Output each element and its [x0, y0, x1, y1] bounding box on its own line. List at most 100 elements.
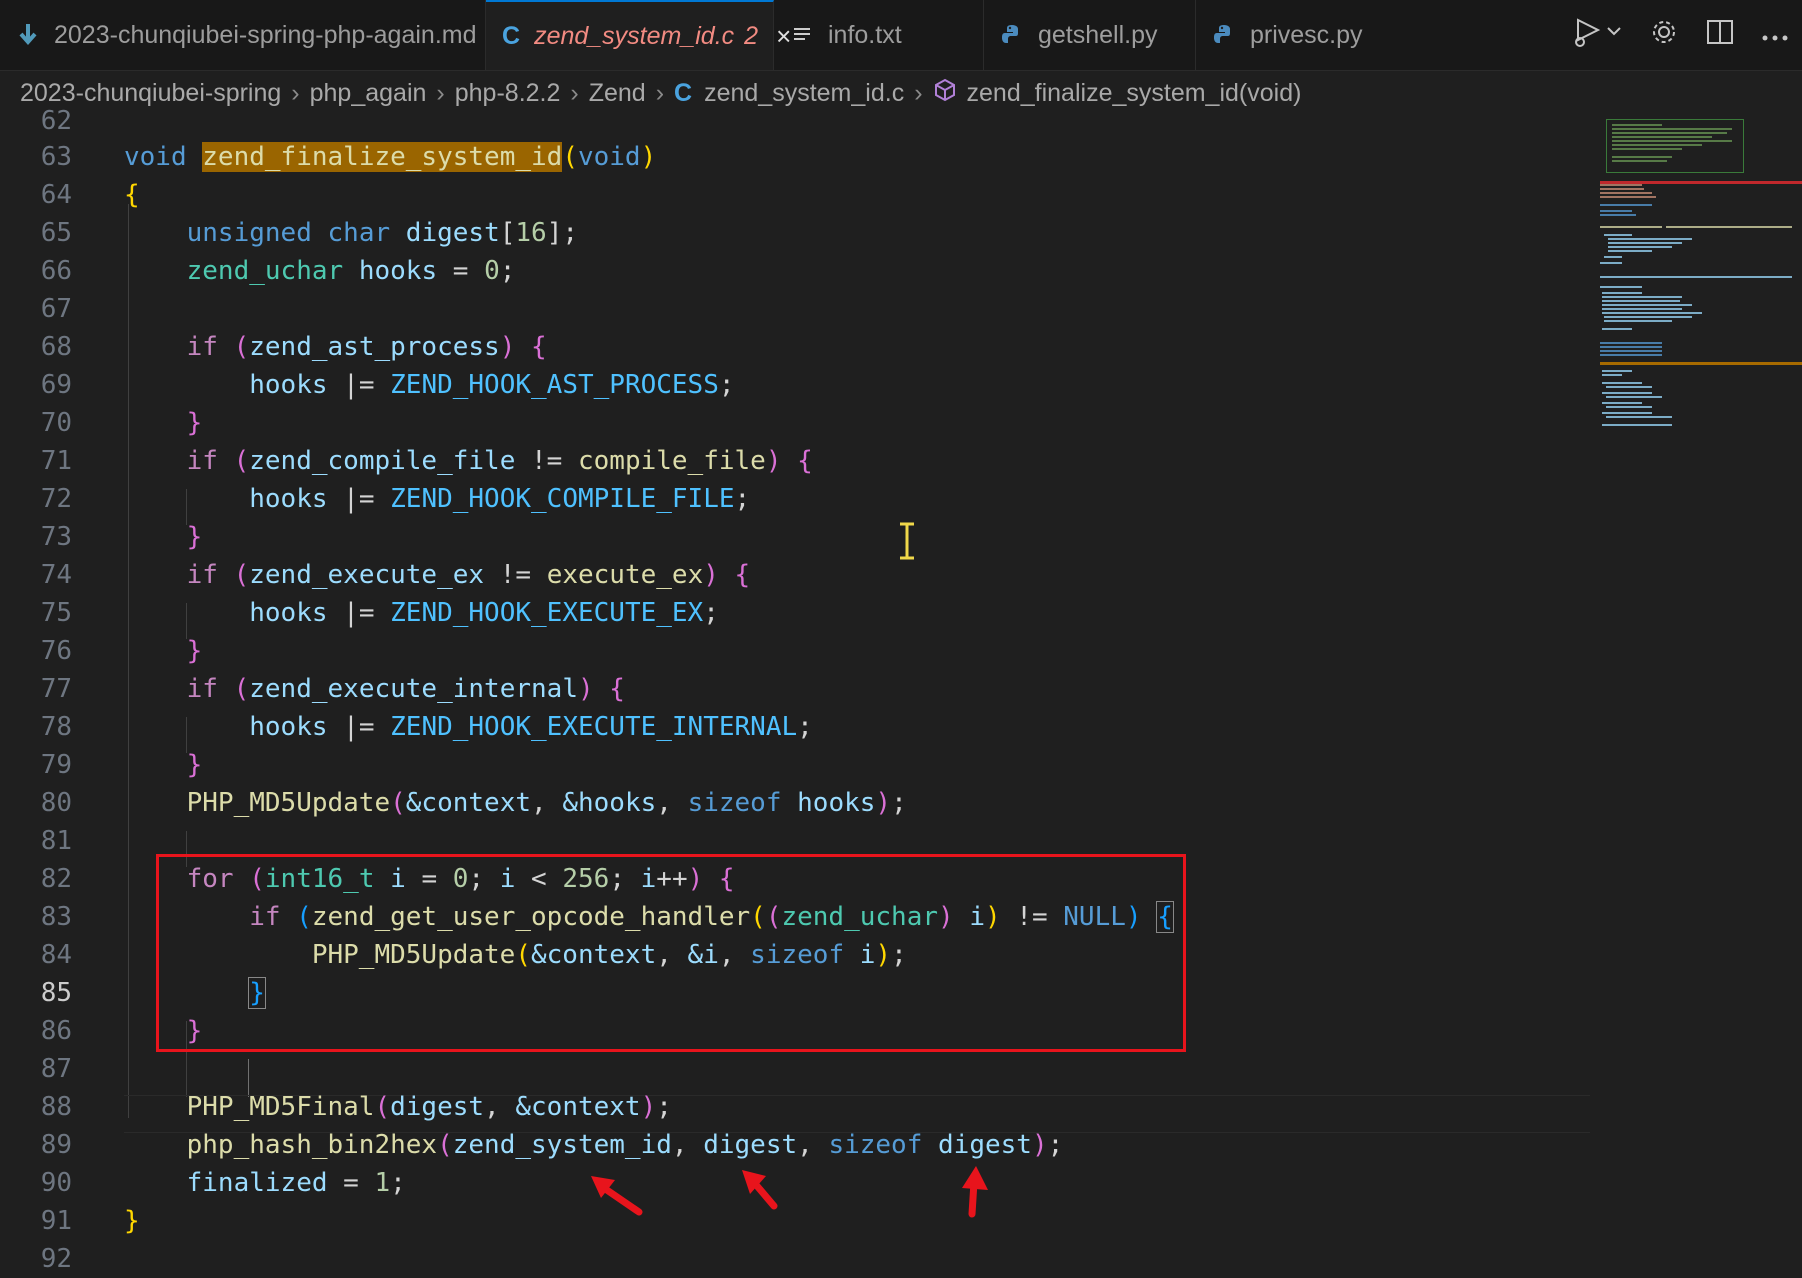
c-file-icon: C	[502, 21, 521, 50]
code-line: 91 }	[0, 1202, 1590, 1240]
code-line: 66 zend_uchar hooks = 0;	[0, 252, 1590, 290]
line-number: 75	[40, 598, 72, 628]
line-number: 91	[40, 1206, 72, 1236]
line-number: 63	[40, 142, 72, 172]
line-number: 67	[40, 294, 72, 324]
text-cursor-icon	[898, 522, 916, 560]
line-number: 90	[40, 1168, 72, 1198]
line-number: 89	[40, 1130, 72, 1160]
line-number: 70	[40, 408, 72, 438]
line-number: 83	[40, 902, 72, 932]
split-editor-icon[interactable]	[1706, 18, 1734, 53]
code-text: }	[186, 636, 203, 666]
line-number: 80	[40, 788, 72, 818]
code-line: 62	[0, 102, 1590, 140]
code-text: zend_uchar hooks = 0;	[186, 256, 516, 286]
code-text: php_hash_bin2hex(zend_system_id, digest,…	[186, 1130, 1064, 1160]
tab-label: getshell.py	[1038, 20, 1158, 49]
tab-info-txt[interactable]: info.txt	[774, 0, 984, 70]
tab-zend-system-id[interactable]: C zend_system_id.c 2 ×	[486, 0, 791, 70]
code-line: 79 }	[0, 746, 1590, 784]
code-line: 63 void zend_finalize_system_id(void)	[0, 138, 1590, 176]
tab-label: privesc.py	[1250, 20, 1363, 49]
run-debug-icon[interactable]	[1572, 16, 1622, 55]
more-actions-icon[interactable]	[1762, 21, 1788, 49]
python-icon	[1212, 23, 1236, 47]
code-text: PHP_MD5Update(&context, &hooks, sizeof h…	[186, 788, 907, 818]
code-text: }	[186, 522, 203, 552]
line-number: 81	[40, 826, 72, 856]
line-number: 85	[40, 978, 72, 1008]
code-line: 73 }	[0, 518, 1590, 556]
code-line: 70 }	[0, 404, 1590, 442]
code-text: if (zend_execute_internal) {	[186, 674, 625, 704]
markdown-down-arrow-icon	[16, 23, 40, 47]
line-number: 82	[40, 864, 72, 894]
python-icon	[1000, 23, 1024, 47]
annotation-arrow-icon	[591, 1176, 643, 1216]
tab-label: zend_system_id.c	[534, 21, 735, 50]
code-line: 64 {	[0, 176, 1590, 214]
line-number: 86	[40, 1016, 72, 1046]
line-number: 72	[40, 484, 72, 514]
code-text: }	[124, 1206, 140, 1236]
code-text: hooks |= ZEND_HOOK_AST_PROCESS;	[249, 370, 735, 400]
code-text: finalized = 1;	[186, 1168, 406, 1198]
line-number: 79	[40, 750, 72, 780]
line-number: 66	[40, 256, 72, 286]
problem-count-badge: 2	[744, 21, 759, 50]
settings-gear-icon[interactable]	[1650, 18, 1678, 53]
code-line: 89 php_hash_bin2hex(zend_system_id, dige…	[0, 1126, 1590, 1164]
code-line: 76 }	[0, 632, 1590, 670]
editor-actions	[1572, 0, 1802, 70]
line-number: 77	[40, 674, 72, 704]
code-text: {	[124, 180, 140, 210]
line-number: 65	[40, 218, 72, 248]
annotation-red-box	[156, 854, 1186, 1052]
tab-privesc-py[interactable]: privesc.py	[1196, 0, 1376, 70]
line-number: 74	[40, 560, 72, 590]
line-number: 73	[40, 522, 72, 552]
code-text: hooks |= ZEND_HOOK_COMPILE_FILE;	[249, 484, 751, 514]
code-text: if (zend_execute_ex != execute_ex) {	[186, 560, 751, 590]
code-text: }	[186, 750, 203, 780]
code-text: unsigned char digest[16];	[186, 218, 578, 248]
tab-label: 2023-chunqiubei-spring-php-again.md	[54, 20, 477, 49]
line-number: 92	[40, 1244, 72, 1274]
code-line: 72 hooks |= ZEND_HOOK_COMPILE_FILE;	[0, 480, 1590, 518]
line-number: 76	[40, 636, 72, 666]
text-lines-icon	[790, 23, 814, 47]
code-line: 75 hooks |= ZEND_HOOK_EXECUTE_EX;	[0, 594, 1590, 632]
code-text: hooks |= ZEND_HOOK_EXECUTE_INTERNAL;	[249, 712, 813, 742]
line-number: 88	[40, 1092, 72, 1122]
code-line: 71 if (zend_compile_file != compile_file…	[0, 442, 1590, 480]
tab-markdown-file[interactable]: 2023-chunqiubei-spring-php-again.md	[0, 0, 486, 70]
code-line: 90 finalized = 1;	[0, 1164, 1590, 1202]
line-number: 69	[40, 370, 72, 400]
annotation-arrow-icon	[742, 1170, 778, 1210]
code-line: 68 if (zend_ast_process) {	[0, 328, 1590, 366]
code-text: PHP_MD5Final(digest, &context);	[186, 1092, 672, 1122]
line-number: 62	[40, 106, 72, 136]
line-number: 68	[40, 332, 72, 362]
code-editor[interactable]: 62 63 void zend_finalize_system_id(void)…	[0, 106, 1590, 1274]
code-text: if (zend_ast_process) {	[186, 332, 547, 362]
code-line: 88 PHP_MD5Final(digest, &context);	[0, 1088, 1590, 1126]
tab-label: info.txt	[828, 20, 902, 49]
code-line: 87	[0, 1050, 1590, 1088]
line-number: 71	[40, 446, 72, 476]
code-line: 69 hooks |= ZEND_HOOK_AST_PROCESS;	[0, 366, 1590, 404]
line-number: 78	[40, 712, 72, 742]
code-line: 74 if (zend_execute_ex != execute_ex) {	[0, 556, 1590, 594]
tab-getshell-py[interactable]: getshell.py	[984, 0, 1196, 70]
code-line: 67	[0, 290, 1590, 328]
code-line: 65 unsigned char digest[16];	[0, 214, 1590, 252]
line-number: 87	[40, 1054, 72, 1084]
code-text: if (zend_compile_file != compile_file) {	[186, 446, 813, 476]
annotation-arrow-icon	[962, 1166, 988, 1218]
code-line: 78 hooks |= ZEND_HOOK_EXECUTE_INTERNAL;	[0, 708, 1590, 746]
minimap[interactable]	[1592, 115, 1802, 1274]
code-text: }	[186, 408, 203, 438]
line-number: 84	[40, 940, 72, 970]
code-line: 77 if (zend_execute_internal) {	[0, 670, 1590, 708]
